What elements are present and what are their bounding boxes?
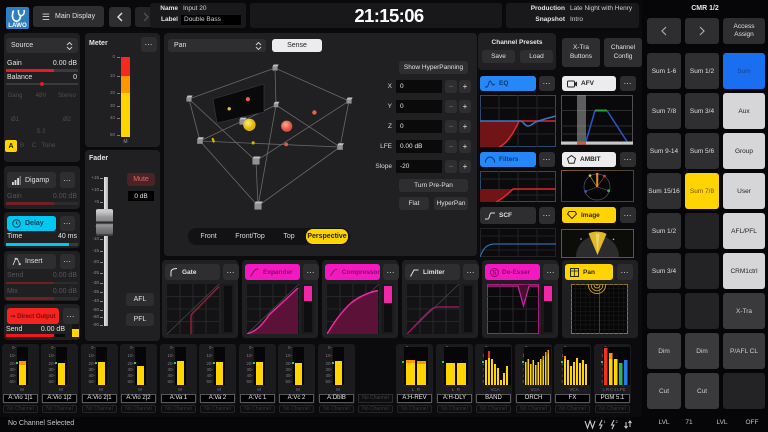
svg-text:1: 1 xyxy=(604,419,607,424)
svg-text:LAWO: LAWO xyxy=(8,22,27,29)
svg-text:S: S xyxy=(492,270,496,276)
svg-text:2: 2 xyxy=(616,419,619,424)
